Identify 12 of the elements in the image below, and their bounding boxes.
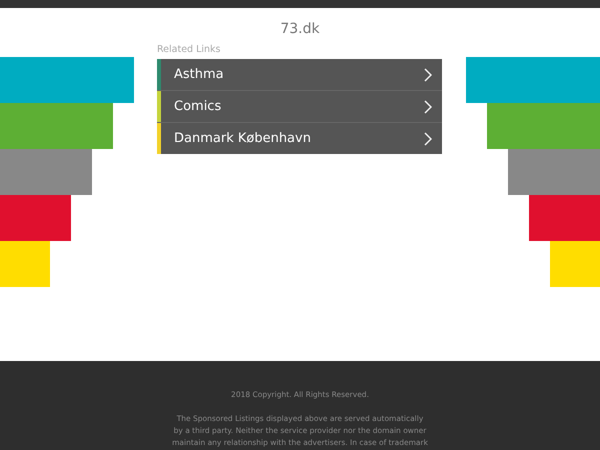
related-link[interactable]: Danmark København <box>157 123 442 154</box>
decorative-bar <box>550 241 600 287</box>
related-link[interactable]: Asthma <box>157 59 442 90</box>
decorative-bar <box>529 195 600 241</box>
related-links-heading: Related Links <box>157 43 222 57</box>
chevron-icon <box>424 132 432 146</box>
chevron-icon <box>424 100 432 114</box>
related-link[interactable]: Comics <box>157 91 442 122</box>
site-title: 73.dk <box>279 21 321 39</box>
decorative-bar <box>0 195 71 241</box>
chevron-icon <box>424 68 432 82</box>
decorative-bar <box>0 241 50 287</box>
